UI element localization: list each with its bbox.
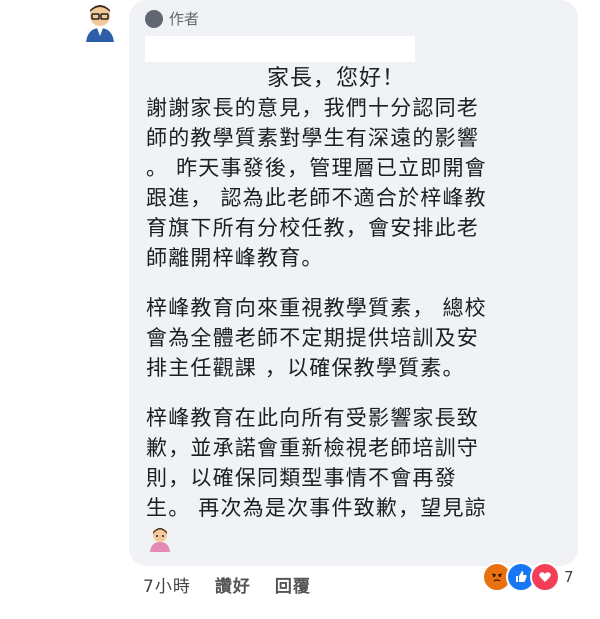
comment-line: 則，以確保同類型事情不會再發: [146, 466, 457, 490]
comment-line: 梓峰教育向來重視教學質素， 總校: [146, 296, 487, 320]
reactions-summary[interactable]: 7: [482, 562, 574, 592]
comment-greeting: 家長，您好！: [267, 66, 406, 91]
author-badge: 作者: [145, 8, 199, 29]
author-badge-icon: [145, 9, 163, 28]
comment-line: 跟進， 認為此老師不適合於梓峰教: [146, 186, 487, 210]
reaction-count: 7: [564, 568, 574, 586]
like-button[interactable]: 讚好: [215, 572, 251, 597]
avatar-icon: [86, 5, 114, 42]
reply-button[interactable]: 回覆: [275, 572, 311, 597]
comment-line: 育旗下所有分校任教，會安排此老: [146, 216, 479, 240]
comment-paragraph-3: 梓峰教育在此向所有受影響家長致 歉，並承諾會重新檢視老師培訓守 則，以確保同類型…: [146, 403, 556, 523]
comment-line: 師離開梓峰教育。: [146, 246, 324, 270]
comment-line: 生。 再次為是次事件致歉，望見諒: [146, 496, 487, 520]
bowing-person-icon: [146, 524, 174, 552]
comment-line: 謝謝家長的意見，我們十分認同老: [146, 96, 479, 120]
comment-line: 梓峰教育在此向所有受影響家長致: [146, 406, 479, 430]
comment-line: 師的教學質素對學生有深遠的影響: [146, 126, 479, 150]
love-icon: [530, 562, 560, 592]
comment-line: 歉，並承諾會重新檢視老師培訓守: [146, 436, 479, 460]
comment-paragraph-2: 梓峰教育向來重視教學質素， 總校 會為全體老師不定期提供培訓及安 排主任觀課 ，…: [146, 293, 556, 383]
comment-paragraph-1: 謝謝家長的意見，我們十分認同老 師的教學質素對學生有深遠的影響 。 昨天事發後，…: [146, 93, 556, 273]
comment-line: 會為全體老師不定期提供培訓及安: [146, 326, 479, 350]
author-badge-label: 作者: [169, 10, 200, 28]
comment-timestamp[interactable]: 7小時: [143, 572, 191, 597]
author-avatar[interactable]: [80, 2, 120, 42]
comment-line: 排主任觀課 ，以確保教學質素。: [146, 356, 465, 380]
comment-meta-row: 7小時 讚好 回覆: [143, 572, 311, 597]
comment-line: 。 昨天事發後，管理層已立即開會: [146, 156, 487, 180]
redacted-area: [145, 36, 415, 62]
